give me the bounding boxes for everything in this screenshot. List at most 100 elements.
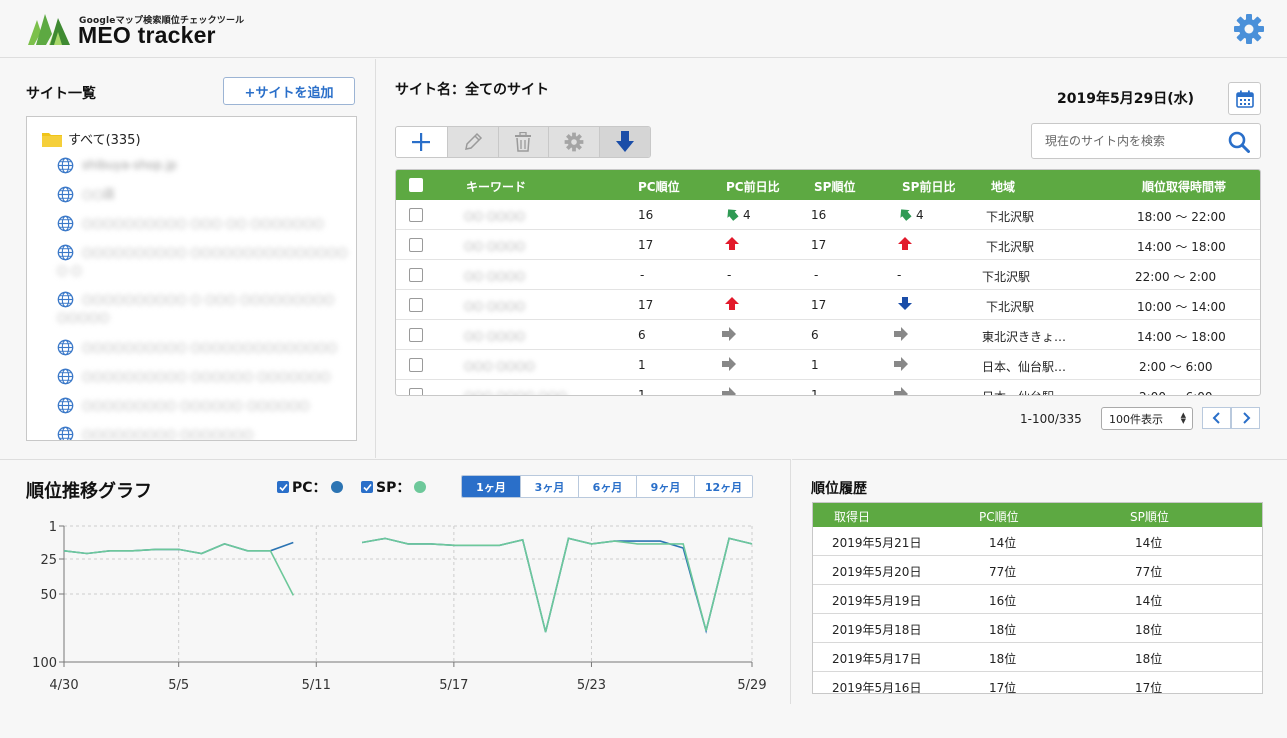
per-page-select[interactable]: 100件表示 ▲ ▼ — [1101, 407, 1193, 430]
col-pc-rank[interactable]: PC順位 — [638, 178, 680, 195]
next-page-button[interactable] — [1231, 407, 1260, 429]
site-all-item[interactable]: すべて(335) — [42, 129, 141, 148]
pagination-info: 1-100/335 — [1020, 412, 1082, 426]
sp-trend-right-gray-icon — [894, 357, 908, 371]
keyword-row[interactable]: ○○ ○○○○ 17 17 下北沢駅 14:00 〜 18:00 — [396, 230, 1260, 260]
site-item[interactable]: ○○○○○○○○○○ ○○○○○○○○○○○○○○ — [57, 338, 337, 356]
sp-rank: 16 — [811, 208, 827, 222]
sp-rank: 17 — [811, 298, 827, 312]
site-item[interactable]: ○○○○○○○○○ ○○○○○○ ○○○○○○ — [57, 396, 310, 414]
sp-trend-right-gray-icon — [894, 387, 908, 395]
col-keyword[interactable]: キーワード — [466, 178, 526, 195]
globe-icon — [57, 397, 74, 414]
site-item-text: ○○○○○○○○○○ ○○○○○○○○○○○○○○○ ○ ○ — [57, 243, 348, 279]
range-tab[interactable]: 1ヶ月 — [462, 476, 520, 497]
checkbox-checked-icon — [361, 481, 373, 493]
sp-toggle[interactable]: SP： — [361, 477, 427, 497]
keyword-row[interactable]: ○○ ○○○○ 6 6 東北沢ききょ… 14:00 〜 18:00 — [396, 320, 1260, 350]
pc-rank: 17 — [638, 238, 654, 252]
sp-rank: 1 — [811, 358, 819, 372]
row-checkbox[interactable] — [409, 328, 423, 342]
site-search-input[interactable] — [1032, 124, 1222, 158]
keyword-text: ○○ ○○○○ — [464, 239, 526, 252]
select-all-checkbox[interactable] — [409, 178, 423, 192]
globe-icon — [57, 368, 74, 385]
keyword-table: キーワード PC順位 PC前日比 SP順位 SP前日比 地域 順位取得時間帯 ○… — [395, 169, 1261, 396]
col-pc-diff[interactable]: PC前日比 — [726, 178, 780, 195]
keyword-settings-button[interactable] — [548, 127, 600, 157]
range-tab[interactable]: 12ヶ月 — [694, 476, 752, 497]
row-checkbox[interactable] — [409, 208, 423, 222]
globe-icon — [57, 426, 74, 440]
keyword-row[interactable]: ○○ ○○○○ 16 16 4 4 下北沢駅 18:00 〜 22:00 — [396, 200, 1260, 230]
site-item[interactable]: ○○○○○○○○○ ○○○○○○○ — [57, 425, 254, 441]
site-item-label: ○○○○○○○○○ ○○○○○○○ — [82, 427, 254, 441]
keyword-text: ○○○ ○○○○ ○○○ — [464, 389, 567, 396]
col-time[interactable]: 順位取得時間帯 — [1142, 178, 1226, 195]
range-tab[interactable]: 9ヶ月 — [636, 476, 694, 497]
site-item-text: ○○○○○○○○○○ ○ ○○○ ○○○○○○○○○ ○○○○○ — [57, 290, 335, 326]
settings-button[interactable] — [1232, 12, 1266, 46]
site-item[interactable]: ○○○○○○○○○○ ○ ○○○ ○○○○○○○○○ ○○○○○ — [57, 290, 334, 326]
site-item[interactable]: ○○○○○○○○○○ ○○○○○○○○○○○○○○○ ○ ○ — [57, 243, 348, 279]
history-date: 2019年5月16日 — [832, 681, 922, 694]
keyword-row[interactable]: ○○ ○○○○ - - - - 下北沢駅 22:00 〜 2:00 — [396, 260, 1260, 290]
range-tab[interactable]: 6ヶ月 — [578, 476, 636, 497]
pc-toggle[interactable]: PC： — [277, 477, 343, 497]
keyword-row[interactable]: ○○○ ○○○○ 1 1 日本、仙台駅… 2:00 〜 6:00 — [396, 350, 1260, 380]
pc-trend-right-gray-icon — [722, 327, 736, 341]
pc-legend-label: PC： — [292, 480, 327, 496]
row-checkbox[interactable] — [409, 298, 423, 312]
sp-trend-up-red-icon — [898, 237, 912, 250]
site-item[interactable]: ○○店 — [57, 185, 115, 203]
prev-page-button[interactable] — [1202, 407, 1231, 429]
history-pc-rank: 16位 — [989, 594, 1017, 608]
time-slot: 10:00 〜 14:00 — [1137, 300, 1226, 314]
calendar-button[interactable] — [1228, 82, 1261, 115]
pc-trend-up-green-icon — [727, 209, 739, 221]
y-tick-label: 1 — [49, 520, 57, 535]
col-pc-rank: PC順位 — [979, 510, 1019, 524]
keyword-row[interactable]: ○○○ ○○○○ ○○○ 1 1 日本、仙台駅… 2:00 〜 6:00 — [396, 380, 1260, 396]
history-sp-rank: 14位 — [1135, 594, 1163, 608]
delete-keyword-button[interactable] — [497, 127, 549, 157]
x-tick-label: 5/23 — [577, 678, 606, 693]
range-tab[interactable]: 3ヶ月 — [520, 476, 578, 497]
app-header: Googleマップ検索順位チェックツール MEO tracker — [0, 0, 1287, 58]
keyword-panel: サイト名：全てのサイト 2019年5月29日(水) 現在のサイト内を検索 キーワ… — [377, 59, 1287, 458]
history-row: 2019年5月16日 17位 17位 — [813, 672, 1262, 694]
time-slot: 18:00 〜 22:00 — [1137, 210, 1226, 224]
row-checkbox[interactable] — [409, 388, 423, 395]
search-button[interactable] — [1228, 131, 1250, 153]
x-tick-label: 4/30 — [49, 678, 78, 693]
history-pc-rank: 18位 — [989, 623, 1017, 637]
row-checkbox[interactable] — [409, 238, 423, 252]
add-site-button[interactable]: +サイトを追加 — [223, 77, 355, 105]
y-tick-label: 100 — [32, 656, 57, 671]
row-checkbox[interactable] — [409, 358, 423, 372]
rank-history-panel: 順位履歴 取得日 PC順位 SP順位 2019年5月21日 14位 14位 2019年… — [792, 459, 1287, 738]
site-item[interactable]: shibuya-shop.jp — [57, 156, 177, 174]
add-keyword-button[interactable] — [396, 127, 447, 157]
site-item[interactable]: ○○○○○○○○○○ ○○○ ○○ ○○○○○○○ — [57, 214, 324, 232]
col-sp-diff[interactable]: SP前日比 — [902, 178, 955, 195]
series-line-sp — [63, 537, 753, 633]
col-sp-rank[interactable]: SP順位 — [814, 178, 855, 195]
site-search-box — [1031, 123, 1261, 159]
history-row: 2019年5月21日 14位 14位 — [813, 527, 1262, 556]
keyword-row[interactable]: ○○ ○○○○ 17 17 下北沢駅 10:00 〜 14:00 — [396, 290, 1260, 320]
row-checkbox[interactable] — [409, 268, 423, 282]
col-area[interactable]: 地域 — [991, 178, 1015, 195]
site-item-text: ○○○○○○○○○○ ○○○○○○ ○○○○○○○ — [82, 367, 330, 385]
keyword-text: ○○ ○○○○ — [464, 329, 526, 342]
site-item[interactable]: ○○○○○○○○○○ ○○○○○○ ○○○○○○○ — [57, 367, 330, 385]
site-tree: すべて(335) shibuya-shop.jp ○○店 ○○○○○○○○○○ ○○… — [26, 116, 357, 441]
current-date: 2019年5月29日(水) — [1057, 91, 1194, 107]
edit-keyword-button[interactable] — [446, 127, 498, 157]
site-item-label: ○○○○○○○○○○ ○○○ ○○ ○○○○○○○ — [82, 216, 324, 230]
site-item-label: ○○○○○○○○○○ ○ ○○○ ○○○○○○○○○ — [82, 292, 335, 306]
download-button[interactable] — [599, 127, 650, 157]
site-all-label: すべて(335) — [68, 133, 141, 148]
pc-rank: 16 — [638, 208, 654, 222]
sp-rank: 1 — [811, 388, 819, 396]
